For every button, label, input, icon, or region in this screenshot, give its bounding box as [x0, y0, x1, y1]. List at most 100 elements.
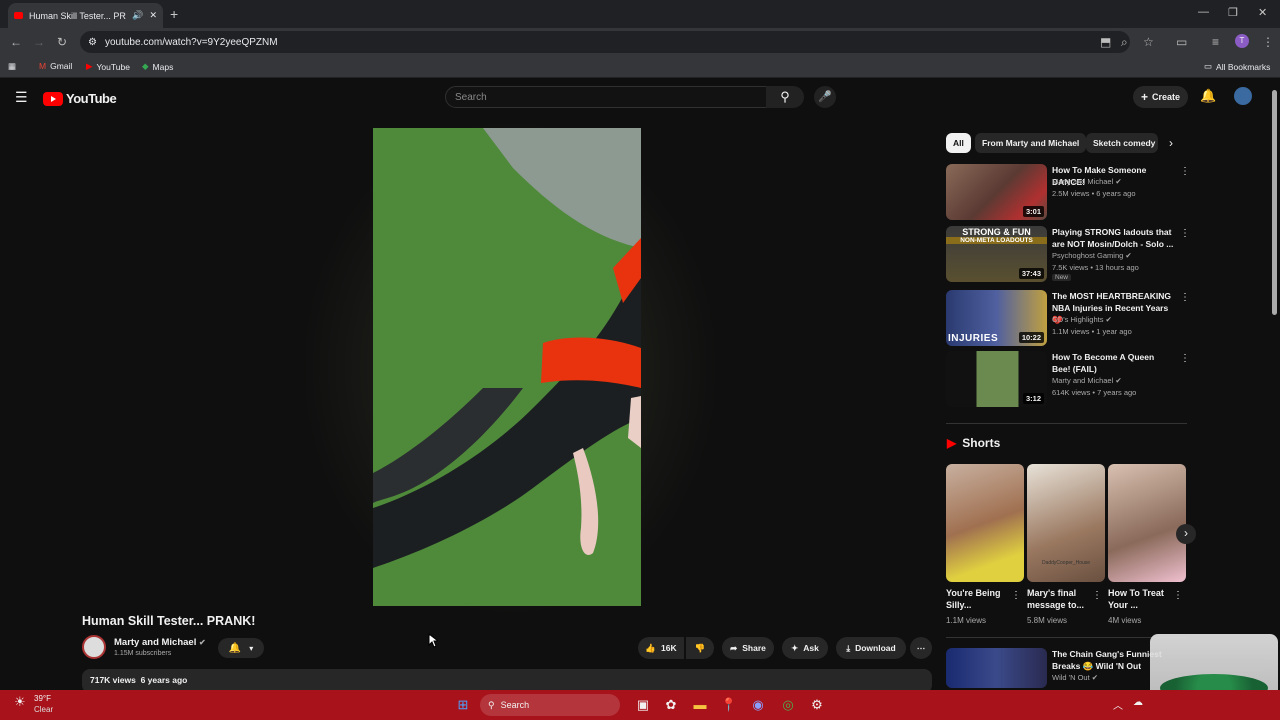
video-thumbnail[interactable]: INJURIES 10:22 [946, 290, 1047, 346]
maximize-button[interactable]: ❐ [1228, 6, 1238, 19]
video-title: Human Skill Tester... PRANK! [82, 614, 256, 628]
more-vert-icon[interactable]: ⋮ [1180, 292, 1190, 303]
profile-avatar[interactable]: T [1235, 34, 1249, 48]
minimize-button[interactable]: — [1198, 6, 1209, 18]
dislike-button[interactable]: 👎 [686, 637, 714, 659]
speaker-icon[interactable]: 🔊 [132, 10, 143, 21]
forward-icon[interactable]: → [33, 35, 45, 49]
short-views: 1.1M views [946, 616, 987, 625]
short-thumbnail[interactable] [1108, 464, 1186, 582]
chrome-menu-icon[interactable]: ⋮ [1262, 35, 1274, 49]
close-tab-icon[interactable]: ✕ [149, 10, 157, 21]
scrollbar-thumb[interactable] [1272, 90, 1277, 315]
short-title[interactable]: You're Being Silly... [946, 587, 1010, 611]
subscription-bell-button[interactable]: 🔔 ▾ [218, 638, 264, 658]
back-icon[interactable]: ← [10, 35, 22, 49]
recommended-channel[interactable]: Psychoghost Gaming ✔ [1052, 251, 1132, 260]
maps-icon: ◆ [142, 61, 149, 71]
task-view-icon[interactable]: ▣ [634, 696, 652, 714]
short-thumbnail[interactable] [946, 464, 1024, 582]
search-icon: ⚲ [780, 89, 790, 104]
chip-sketch-comedy[interactable]: Sketch comedy [1086, 133, 1158, 153]
divider [946, 423, 1187, 424]
account-avatar[interactable] [1234, 87, 1252, 105]
more-vert-icon[interactable]: ⋮ [1173, 590, 1183, 601]
weather-temp[interactable]: 39°F [34, 694, 51, 703]
voice-search-button[interactable]: 🎤 [814, 86, 836, 108]
more-vert-icon[interactable]: ⋮ [1011, 590, 1021, 601]
recommended-video[interactable]: STRONG & FUN NON-META LOADOUTS 37:43 Pla… [946, 226, 1190, 282]
recommended-channel[interactable]: Marty and Michael ✔ [1052, 376, 1122, 385]
recommended-video[interactable]: INJURIES 10:22 The MOST HEARTBREAKING NB… [946, 290, 1190, 346]
install-icon[interactable]: ⬒ [1100, 35, 1111, 49]
video-thumbnail[interactable] [946, 648, 1047, 688]
chip-from-channel[interactable]: From Marty and Michael [975, 133, 1087, 153]
reload-icon[interactable]: ↻ [57, 35, 67, 49]
cloud-icon[interactable]: ☁ [1133, 697, 1143, 708]
video-thumbnail[interactable]: 3:01 [946, 164, 1047, 220]
video-thumbnail[interactable]: 3:12 [946, 351, 1047, 407]
recommended-video[interactable]: 3:01 How To Make Someone DANCE! Marty an… [946, 164, 1190, 220]
cast-icon[interactable]: ▭ [1176, 35, 1187, 49]
site-info-icon[interactable]: ⚙ [88, 37, 97, 48]
start-menu-icon[interactable]: ⊞ [454, 696, 472, 714]
apps-icon[interactable]: ▦ [8, 61, 16, 72]
youtube-logo[interactable]: YouTube [43, 91, 117, 106]
channel-avatar[interactable] [82, 635, 106, 659]
short-title[interactable]: How To Treat Your ... [1108, 587, 1172, 611]
zoom-icon[interactable]: ⌕ [1121, 35, 1128, 50]
chrome-icon[interactable]: ◎ [779, 696, 797, 714]
more-vert-icon[interactable]: ⋮ [1180, 166, 1190, 177]
discord-icon[interactable]: ◉ [749, 696, 767, 714]
taskbar-search[interactable]: ⚲ Search [480, 694, 620, 716]
bookmark-maps[interactable]: ◆ Maps [142, 61, 173, 72]
media-icon[interactable]: ≡ [1212, 35, 1219, 49]
chip-all[interactable]: All [946, 133, 971, 153]
thumbs-up-icon: 👍 [645, 642, 656, 653]
close-window-button[interactable]: ✕ [1258, 6, 1267, 19]
new-badge: New [1052, 274, 1072, 281]
video-thumbnail[interactable]: STRONG & FUN NON-META LOADOUTS 37:43 [946, 226, 1047, 282]
download-button[interactable]: ⤓ Download [836, 637, 906, 659]
more-vert-icon[interactable]: ⋮ [1092, 590, 1102, 601]
more-icon: ⋯ [916, 642, 926, 653]
shorts-next-button[interactable]: › [1176, 524, 1196, 544]
more-actions-button[interactable]: ⋯ [910, 637, 932, 659]
tray-chevron-icon[interactable]: ︿ [1113, 697, 1123, 712]
app-icon[interactable]: ⚙ [808, 696, 826, 714]
omnibox[interactable]: ⚙ youtube.com/watch?v=9Y2yeeQPZNM [80, 31, 1130, 53]
short-views: 5.8M views [1027, 616, 1068, 625]
recommended-channel[interactable]: Wild 'N Out ✔ [1052, 673, 1098, 682]
chevron-right-icon[interactable]: › [1169, 136, 1173, 150]
more-vert-icon[interactable]: ⋮ [1180, 353, 1190, 364]
share-button[interactable]: ➦ Share [722, 637, 774, 659]
bookmark-youtube[interactable]: ▶ YouTube [86, 61, 130, 72]
file-explorer-icon[interactable]: ▬ [691, 696, 709, 714]
search-button[interactable]: ⚲ [766, 86, 804, 108]
channel-name[interactable]: Marty and Michael ✔ [114, 637, 206, 648]
recommended-channel[interactable]: Marty and Michael ✔ [1052, 177, 1122, 186]
bookmark-gmail[interactable]: M Gmail [39, 61, 72, 71]
copilot-icon[interactable]: ✿ [662, 696, 680, 714]
recommended-title[interactable]: Playing STRONG ladouts that are NOT Mosi… [1052, 226, 1174, 250]
search-input[interactable]: Search [445, 86, 767, 108]
like-button[interactable]: 👍 16K [638, 637, 684, 659]
recommended-video[interactable]: 3:12 How To Become A Queen Bee! (FAIL) M… [946, 351, 1190, 407]
search-icon: ⚲ [488, 699, 495, 710]
new-tab-button[interactable]: + [170, 6, 178, 22]
notifications-bell-icon[interactable]: 🔔 [1200, 88, 1216, 104]
pin-app-icon[interactable]: 📍 [720, 696, 738, 714]
recommended-channel[interactable]: GD's Highlights ✔ [1052, 315, 1112, 324]
browser-tab[interactable]: Human Skill Tester... PRANK! 🔊 ✕ [8, 3, 163, 28]
all-bookmarks[interactable]: ▭ All Bookmarks [1204, 61, 1270, 72]
recommended-title[interactable]: How To Become A Queen Bee! (FAIL) [1052, 351, 1174, 375]
create-button[interactable]: + Create [1133, 86, 1188, 108]
video-player[interactable] [373, 128, 641, 606]
short-thumbnail[interactable]: DaddyCooper_House [1027, 464, 1105, 582]
url-text[interactable]: youtube.com/watch?v=9Y2yeeQPZNM [105, 37, 278, 48]
more-vert-icon[interactable]: ⋮ [1180, 228, 1190, 239]
ask-button[interactable]: ✦ Ask [782, 637, 828, 659]
short-title[interactable]: Mary's final message to... [1027, 587, 1091, 611]
menu-icon[interactable]: ☰ [15, 89, 28, 106]
star-icon[interactable]: ☆ [1143, 35, 1154, 49]
